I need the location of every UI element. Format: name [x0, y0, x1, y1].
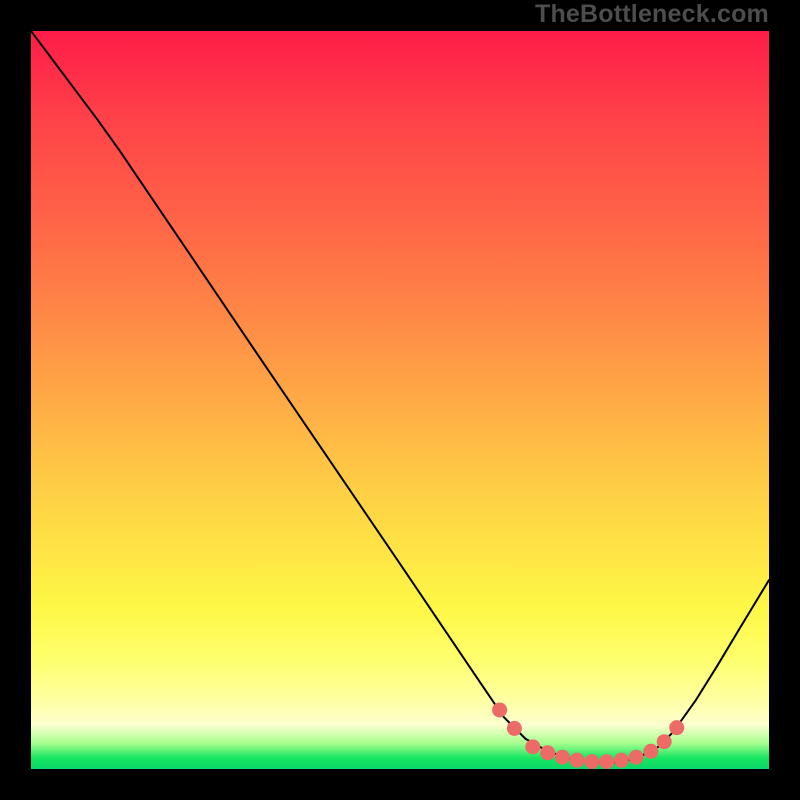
- valley-dot: [492, 702, 507, 717]
- valley-dot: [629, 750, 644, 765]
- valley-dot: [584, 754, 599, 769]
- chart-frame: TheBottleneck.com: [0, 0, 800, 800]
- valley-dot: [614, 753, 629, 768]
- valley-dot: [555, 750, 570, 765]
- chart-svg: [31, 31, 769, 769]
- valley-dot: [657, 734, 672, 749]
- valley-dot: [599, 754, 614, 769]
- plot-area: [31, 31, 769, 769]
- valley-dot: [643, 744, 658, 759]
- gradient-bg: [31, 31, 769, 769]
- watermark-text: TheBottleneck.com: [535, 0, 769, 29]
- valley-dot: [540, 745, 555, 760]
- valley-dot: [669, 720, 684, 735]
- valley-dot: [507, 721, 522, 736]
- valley-dot: [570, 753, 585, 768]
- valley-dot: [525, 739, 540, 754]
